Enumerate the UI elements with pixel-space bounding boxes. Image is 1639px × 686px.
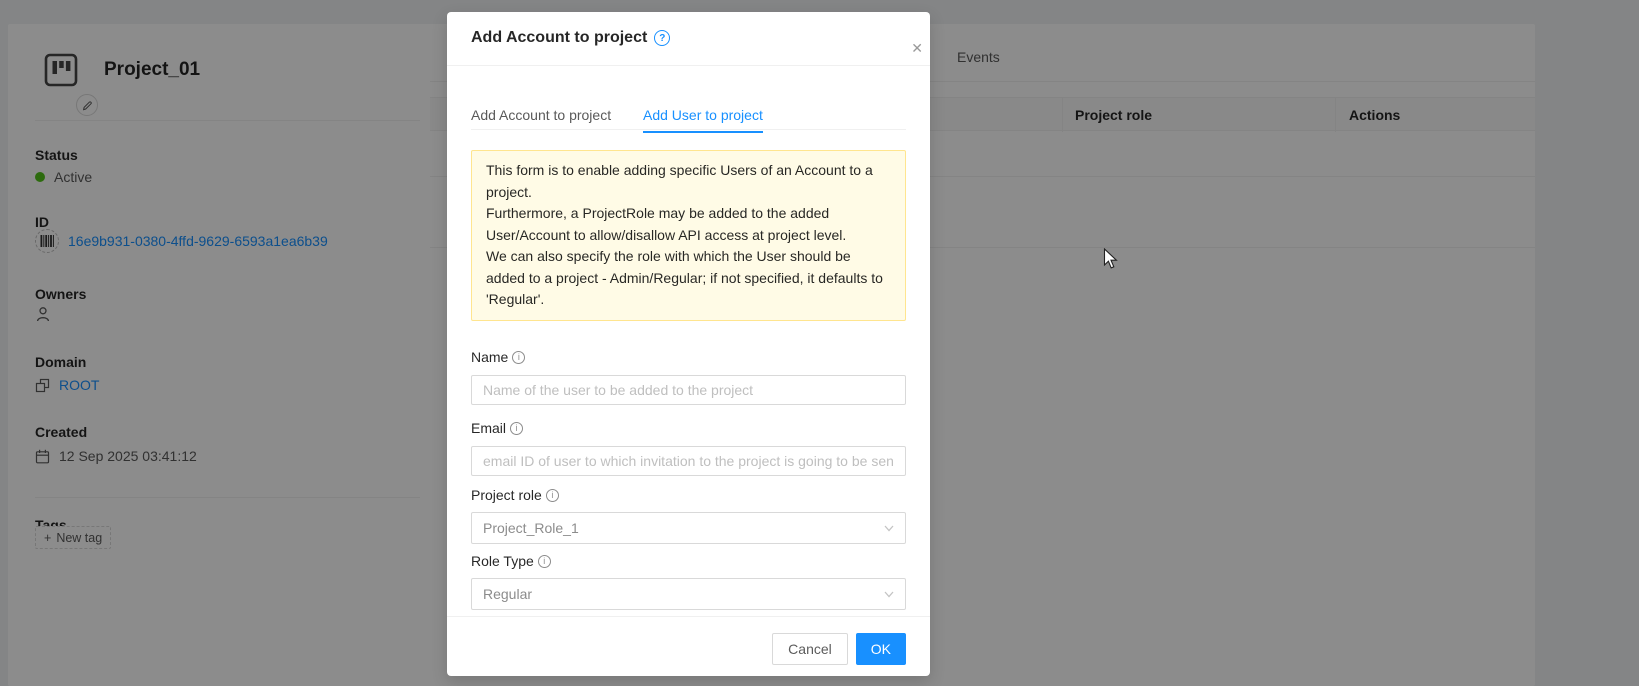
- help-icon[interactable]: ?: [654, 30, 670, 46]
- modal-title: Add Account to project: [471, 29, 647, 47]
- modal-tabbar-divider: [471, 129, 906, 130]
- alert-line: Furthermore, a ProjectRole may be added …: [486, 203, 891, 246]
- modal-title-row: Add Account to project ?: [471, 29, 906, 47]
- info-alert: This form is to enable adding specific U…: [471, 150, 906, 321]
- project-role-field-label: Project role i: [471, 487, 559, 503]
- project-role-value: Project_Role_1: [483, 520, 579, 536]
- alert-line: We can also specify the role with which …: [486, 246, 891, 311]
- email-input[interactable]: [471, 446, 906, 476]
- role-type-value: Regular: [483, 586, 532, 602]
- add-account-modal: Add Account to project ? ✕ Add Account t…: [447, 12, 930, 676]
- email-field-label: Email i: [471, 420, 523, 436]
- tab-add-account-to-project[interactable]: Add Account to project: [471, 107, 611, 131]
- close-icon[interactable]: ✕: [911, 41, 923, 55]
- modal-footer: Cancel OK: [447, 616, 930, 665]
- name-label-text: Name: [471, 349, 508, 365]
- cancel-button[interactable]: Cancel: [772, 633, 848, 665]
- screen: Project_01 Status Active ID 16e9b931-038…: [0, 0, 1639, 686]
- role-type-select[interactable]: Regular: [471, 578, 906, 610]
- chevron-down-icon: [884, 591, 894, 598]
- email-label-text: Email: [471, 420, 506, 436]
- project-role-label-text: Project role: [471, 487, 542, 503]
- info-icon[interactable]: i: [538, 555, 551, 568]
- role-type-field-label: Role Type i: [471, 553, 551, 569]
- info-icon[interactable]: i: [512, 351, 525, 364]
- info-icon[interactable]: i: [546, 489, 559, 502]
- name-input[interactable]: [471, 375, 906, 405]
- name-field-label: Name i: [471, 349, 525, 365]
- ok-button[interactable]: OK: [856, 633, 906, 665]
- role-type-label-text: Role Type: [471, 553, 534, 569]
- project-role-select[interactable]: Project_Role_1: [471, 512, 906, 544]
- alert-line: This form is to enable adding specific U…: [486, 160, 891, 203]
- modal-header: Add Account to project ? ✕: [447, 12, 930, 66]
- info-icon[interactable]: i: [510, 422, 523, 435]
- chevron-down-icon: [884, 525, 894, 532]
